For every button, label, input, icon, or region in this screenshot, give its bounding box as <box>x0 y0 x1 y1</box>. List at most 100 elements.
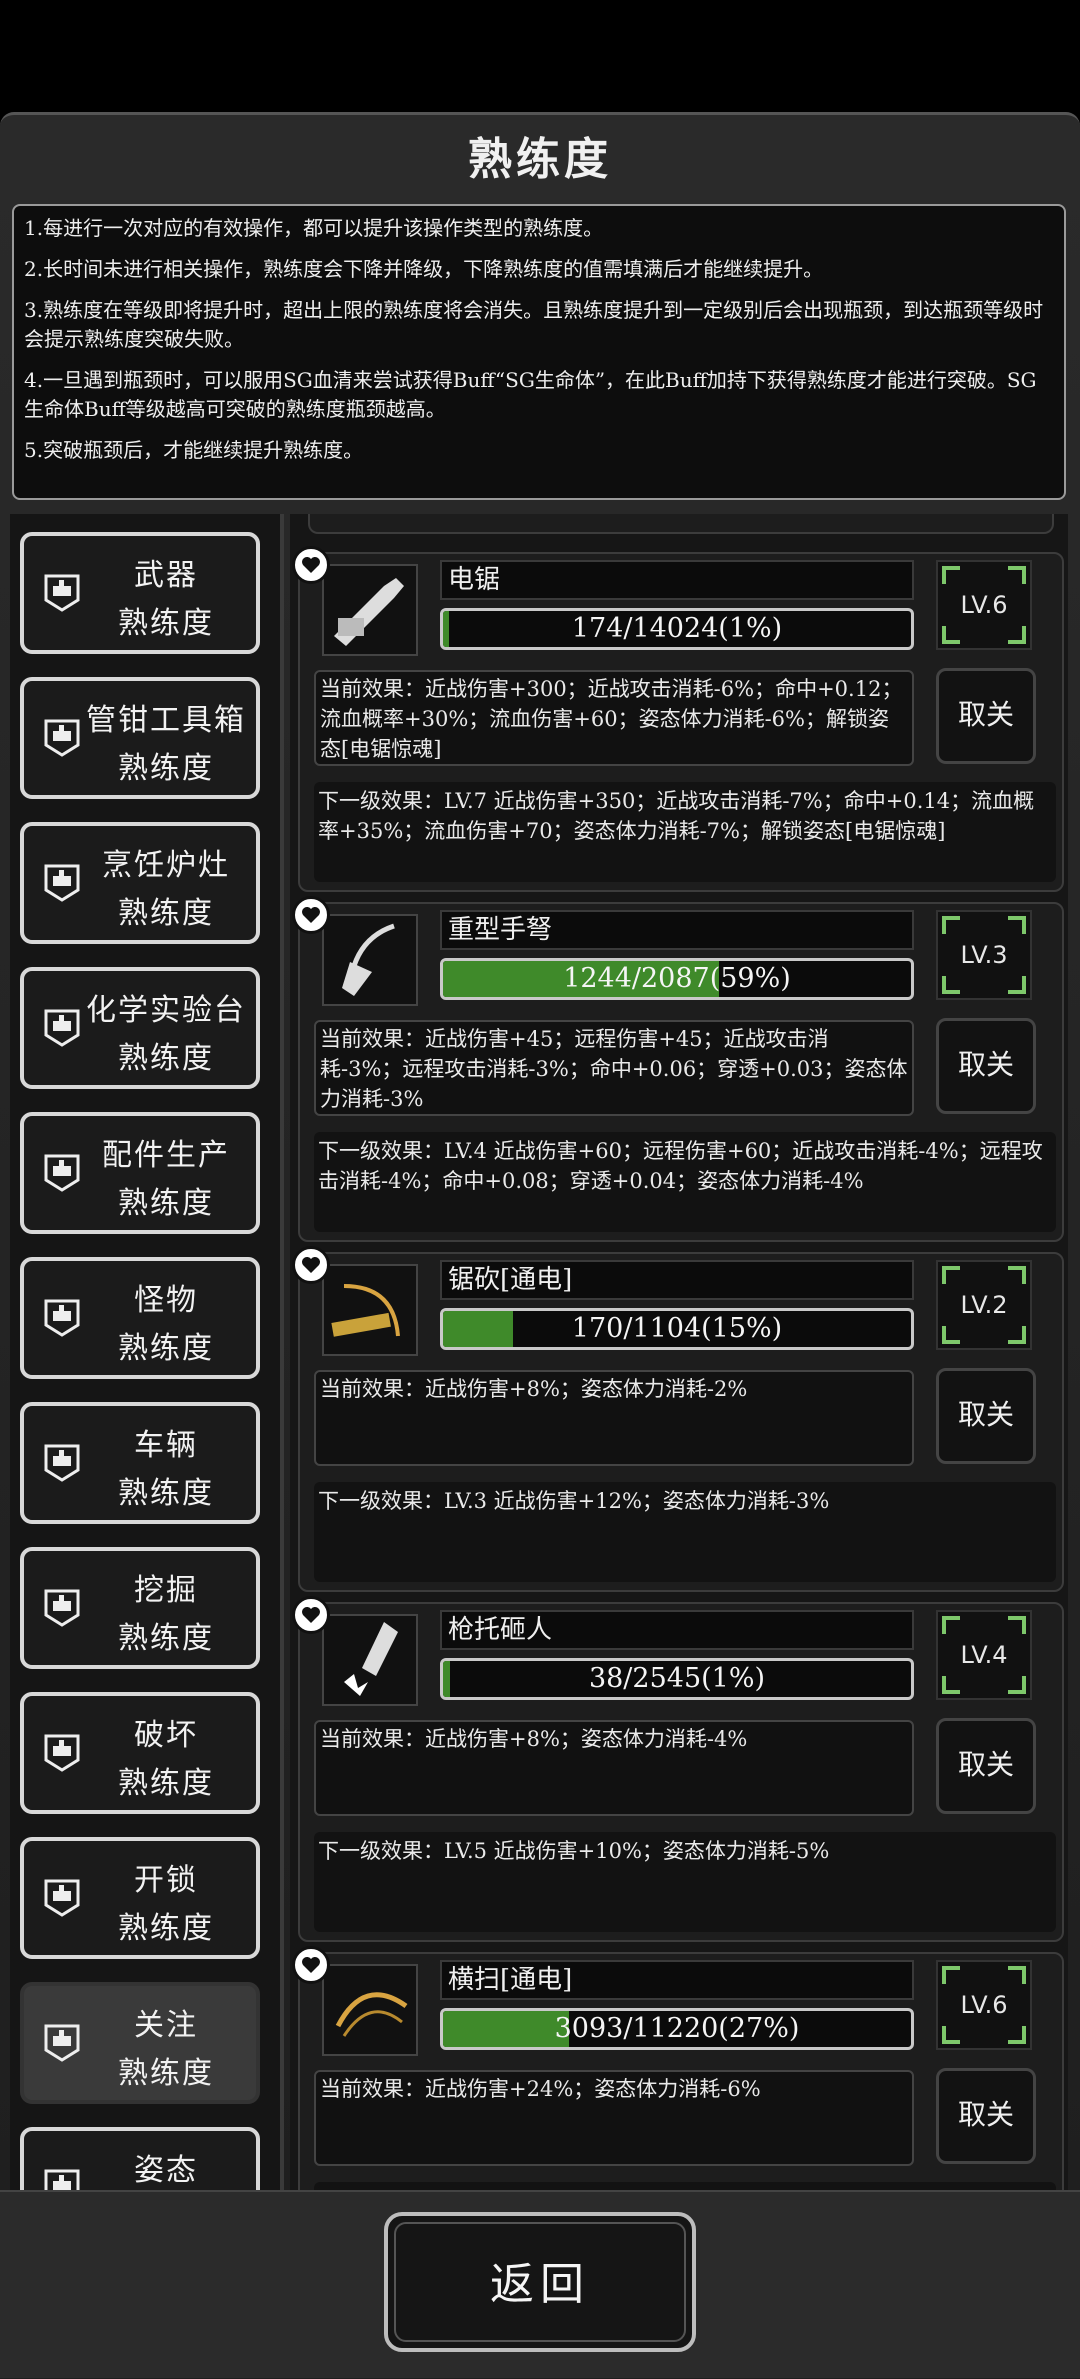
sidebar-item-sublabel: 熟练度 <box>118 1911 214 1946</box>
level-badge: LV.6 <box>936 560 1032 650</box>
rule-text: 2.长时间未进行相关操作，熟练度会下降并降级，下降熟练度的值需填满后才能继续提升… <box>24 257 824 281</box>
sidebar-item[interactable]: 开锁 熟练度 <box>20 1837 260 1959</box>
skill-card: 枪托砸人 38/2545(1%) LV.4 当前效果：近战伤害+8%；姿态体力消耗-4… <box>292 1596 1064 1942</box>
sidebar-item-label: 关注 <box>134 2008 198 2043</box>
sidebar-item-sublabel: 熟练度 <box>118 1041 214 1076</box>
level-text: LV.3 <box>960 941 1008 969</box>
sidebar-item-label: 挖掘 <box>134 1573 198 1608</box>
category-icon <box>40 1875 84 1921</box>
sidebar-item-sublabel: 熟练度 <box>118 1621 214 1656</box>
saw-slash-icon <box>322 1264 418 1356</box>
category-icon <box>40 860 84 906</box>
progress-bar: 1244/2087(59%) <box>440 958 914 1000</box>
sidebar-item[interactable]: 破坏 熟练度 <box>20 1692 260 1814</box>
category-icon <box>40 570 84 616</box>
category-icon <box>40 1295 84 1341</box>
sidebar-item-sublabel: 熟练度 <box>118 1766 214 1801</box>
rule-text: 3.熟练度在等级即将提升时，超出上限的熟练度将会消失。且熟练度提升到一定级别后会… <box>24 298 1044 351</box>
skill-name: 重型手弩 <box>440 910 914 950</box>
skill-card: 电锯 174/14024(1%) LV.6 当前效果：近战伤害+300；近战攻击消耗-… <box>292 546 1064 892</box>
back-button-label: 返回 <box>394 2222 686 2342</box>
skill-name: 锯砍[通电] <box>440 1260 914 1300</box>
skill-name: 横扫[通电] <box>440 1960 914 2000</box>
sidebar-item-label: 配件生产 <box>102 1138 230 1173</box>
sweep-icon <box>322 1964 418 2056</box>
next-level-effect: 下一级效果：LV.7 近战伤害+350；近战攻击消耗-7%；命中+0.14；流血… <box>314 782 1056 882</box>
sidebar-item-label: 烹饪炉灶 <box>102 848 230 883</box>
heart-icon[interactable] <box>292 1246 330 1284</box>
unfollow-button[interactable]: 取关 <box>936 668 1036 764</box>
sidebar-item[interactable]: 姿态熟练度 <box>20 2127 260 2190</box>
current-effect: 当前效果：近战伤害+8%；姿态体力消耗-4% <box>314 1720 914 1816</box>
sidebar-item[interactable]: 武器 熟练度 <box>20 532 260 654</box>
sidebar-item[interactable]: 化学实验台 熟练度 <box>20 967 260 1089</box>
category-sidebar[interactable]: 武器 熟练度 管钳工具箱 熟练度 烹饪炉灶 熟练度 化学实验台 熟练度 配件生产 熟练度 怪物 熟练度… <box>10 514 284 2190</box>
heart-icon[interactable] <box>292 896 330 934</box>
level-badge: LV.3 <box>936 910 1032 1000</box>
category-icon <box>40 715 84 761</box>
unfollow-button[interactable]: 取关 <box>936 2068 1036 2164</box>
category-icon <box>40 1730 84 1776</box>
sidebar-item[interactable]: 关注 熟练度 <box>20 1982 260 2104</box>
level-badge: LV.4 <box>936 1610 1032 1700</box>
sidebar-item[interactable]: 挖掘 熟练度 <box>20 1547 260 1669</box>
skill-card: 重型手弩 1244/2087(59%) LV.3 当前效果：近战伤害+45；远程伤害+… <box>292 896 1064 1242</box>
previous-card-edge <box>308 514 1054 534</box>
sidebar-item-label: 姿态 <box>134 2153 198 2188</box>
level-badge: LV.2 <box>936 1260 1032 1350</box>
progress-bar: 38/2545(1%) <box>440 1658 914 1700</box>
skill-name: 枪托砸人 <box>440 1610 914 1650</box>
page-title: 熟练度 <box>468 134 612 185</box>
sidebar-item-label: 武器 <box>134 558 198 593</box>
unfollow-button[interactable]: 取关 <box>936 1718 1036 1814</box>
sidebar-item-label: 化学实验台 <box>86 993 246 1028</box>
level-badge: LV.6 <box>936 1960 1032 2050</box>
heart-icon[interactable] <box>292 1946 330 1984</box>
category-icon <box>40 1005 84 1051</box>
sidebar-item[interactable]: 怪物 熟练度 <box>20 1257 260 1379</box>
current-effect: 当前效果：近战伤害+24%；姿态体力消耗-6% <box>314 2070 914 2166</box>
unfollow-button[interactable]: 取关 <box>936 1368 1036 1464</box>
progress-bar: 3093/11220(27%) <box>440 2008 914 2050</box>
progress-bar: 174/14024(1%) <box>440 608 914 650</box>
sidebar-item[interactable]: 管钳工具箱 熟练度 <box>20 677 260 799</box>
next-level-effect <box>314 2182 1056 2190</box>
category-icon <box>40 1440 84 1486</box>
sidebar-item-sublabel: 熟练度 <box>118 1476 214 1511</box>
next-level-effect: 下一级效果：LV.3 近战伤害+12%；姿态体力消耗-3% <box>314 1482 1056 1582</box>
sidebar-item-label: 车辆 <box>134 1428 198 1463</box>
rifle-butt-icon <box>322 1614 418 1706</box>
sidebar-item-sublabel: 熟练度 <box>118 751 214 786</box>
sidebar-item-sublabel: 熟练度 <box>118 1186 214 1221</box>
sidebar-item-label: 开锁 <box>134 1863 198 1898</box>
progress-text: 170/1104(15%) <box>571 1313 783 1344</box>
skill-list[interactable]: 电锯 174/14024(1%) LV.6 当前效果：近战伤害+300；近战攻击消耗-… <box>290 514 1068 2190</box>
next-level-effect: 下一级效果：LV.5 近战伤害+10%；姿态体力消耗-5% <box>314 1832 1056 1932</box>
heart-icon[interactable] <box>292 546 330 584</box>
sidebar-item-label: 管钳工具箱 <box>86 703 246 738</box>
sidebar-item[interactable]: 车辆 熟练度 <box>20 1402 260 1524</box>
sidebar-item[interactable]: 配件生产 熟练度 <box>20 1112 260 1234</box>
back-button[interactable]: 返回 <box>384 2212 696 2352</box>
progress-text: 38/2545(1%) <box>588 1663 766 1694</box>
sidebar-item-sublabel: 熟练度 <box>118 896 214 931</box>
sidebar-item-sublabel: 熟练度 <box>118 2056 214 2091</box>
category-icon <box>40 1585 84 1631</box>
level-text: LV.6 <box>960 591 1008 619</box>
heart-icon[interactable] <box>292 1596 330 1634</box>
level-text: LV.2 <box>960 1291 1008 1319</box>
progress-text: 3093/11220(27%) <box>554 2013 800 2044</box>
progress-text: 1244/2087(59%) <box>563 963 791 994</box>
progress-text: 174/14024(1%) <box>571 613 783 644</box>
level-text: LV.4 <box>960 1641 1008 1669</box>
chainsaw-icon <box>322 564 418 656</box>
rule-text: 4.一旦遇到瓶颈时，可以服用SG血清来尝试获得Buff“SG生命体”，在此Buf… <box>24 368 1037 421</box>
sidebar-item-sublabel: 熟练度 <box>118 1331 214 1366</box>
progress-bar: 170/1104(15%) <box>440 1308 914 1350</box>
sidebar-item-label: 破坏 <box>134 1718 198 1753</box>
unfollow-button[interactable]: 取关 <box>936 1018 1036 1114</box>
rule-text: 5.突破瓶颈后，才能继续提升熟练度。 <box>24 438 364 462</box>
sidebar-item[interactable]: 烹饪炉灶 熟练度 <box>20 822 260 944</box>
skill-card: 横扫[通电] 3093/11220(27%) LV.6 当前效果：近战伤害+24%；姿… <box>292 1946 1064 2190</box>
category-icon <box>40 2165 84 2190</box>
